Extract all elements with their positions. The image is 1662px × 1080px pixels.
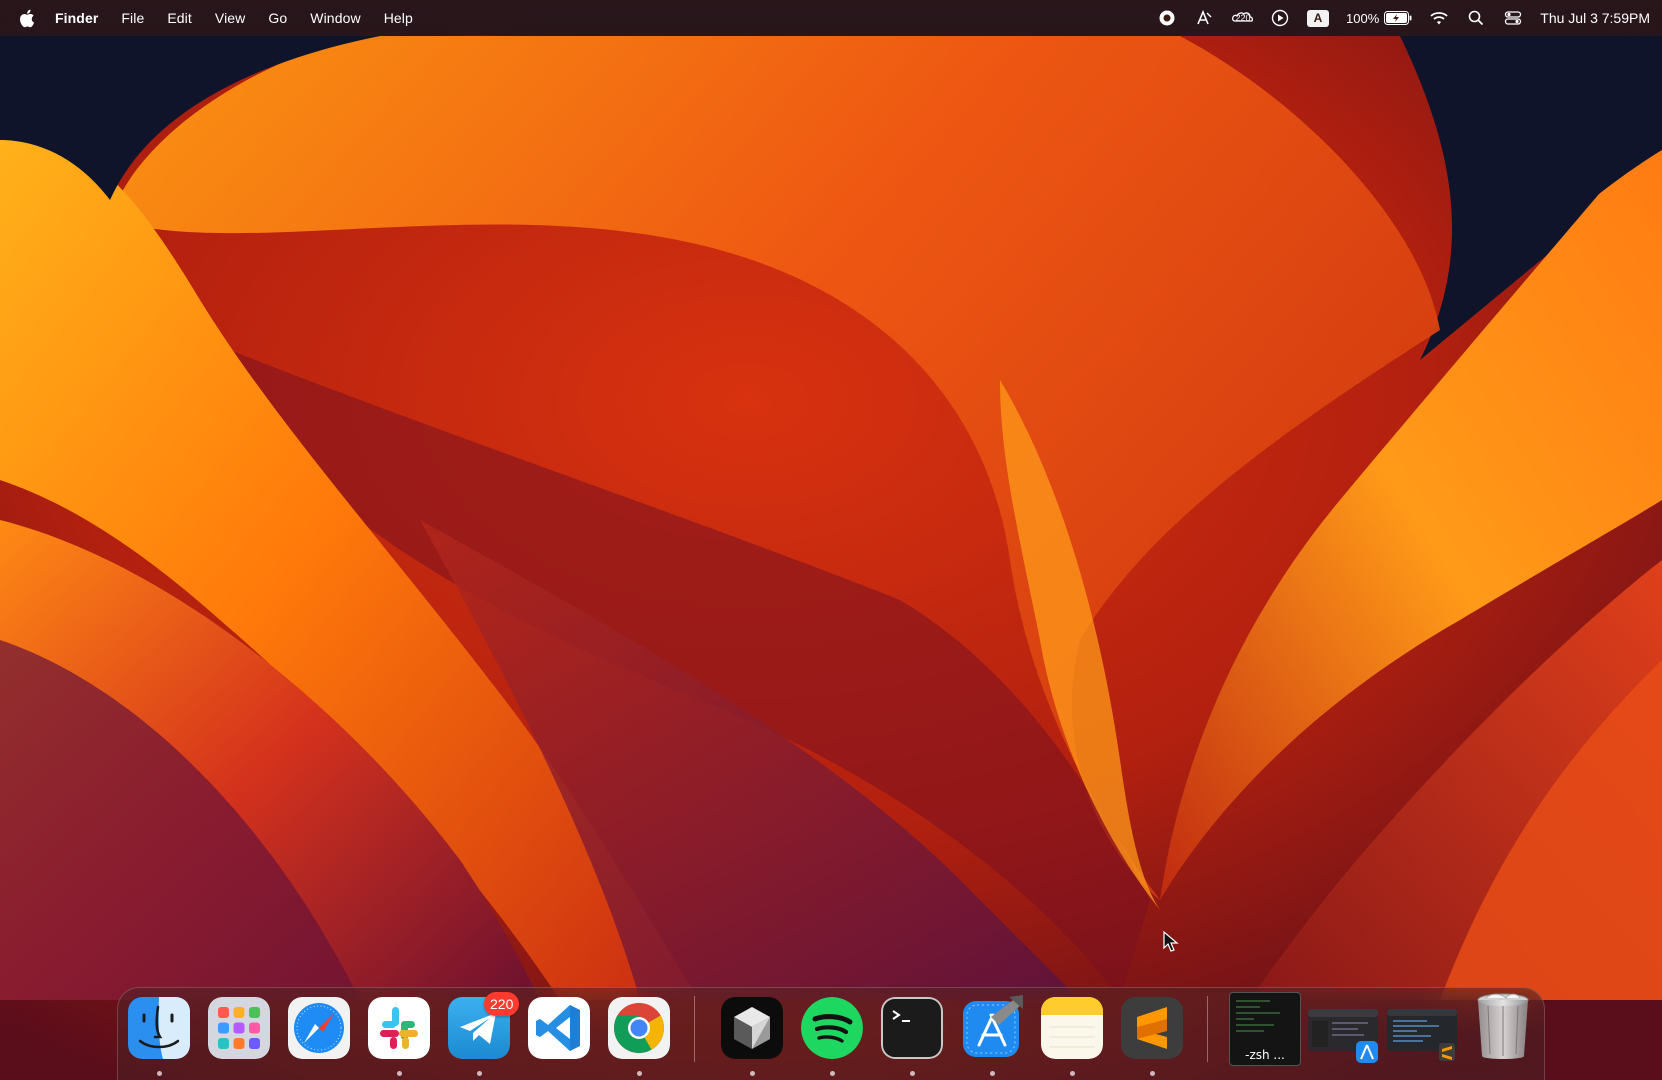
menu-bar-left: Finder File Edit View Go Window Help	[0, 0, 436, 36]
input-source-badge[interactable]: A	[1307, 9, 1330, 27]
chrome-icon[interactable]	[608, 997, 670, 1059]
finder-icon[interactable]	[128, 997, 190, 1059]
safari-icon[interactable]	[288, 997, 350, 1059]
dock-divider-left	[694, 996, 695, 1062]
xcode-window-icon	[1308, 1009, 1378, 1063]
vscode-icon[interactable]	[528, 997, 590, 1059]
notes-icon[interactable]	[1041, 997, 1103, 1059]
menu-view[interactable]: View	[215, 10, 246, 26]
apple-menu-icon[interactable]	[18, 8, 36, 28]
menu-go[interactable]: Go	[268, 10, 287, 26]
dock-divider-right	[1207, 996, 1208, 1062]
sublime-window-icon	[1387, 1009, 1457, 1061]
minimized-sublime-window[interactable]	[1387, 1005, 1459, 1061]
spotify-icon[interactable]	[801, 997, 863, 1059]
running-indicator-spotify	[830, 1071, 835, 1076]
telegram-notification-badge: 220	[484, 992, 520, 1016]
spotlight-search-icon[interactable]	[1466, 8, 1486, 28]
running-indicator-chrome	[637, 1071, 642, 1076]
mouse-cursor-icon	[1163, 931, 1179, 952]
running-indicator-cursor	[750, 1071, 755, 1076]
terminal-icon[interactable]	[881, 997, 943, 1059]
xcode-icon[interactable]	[961, 995, 1023, 1059]
minimized-window-label: -zsh ...	[1245, 1048, 1285, 1062]
battery-percent[interactable]: 100%	[1346, 11, 1379, 26]
running-indicator-slack	[397, 1071, 402, 1076]
text-input-icon[interactable]	[1194, 8, 1214, 28]
menu-help[interactable]: Help	[384, 10, 413, 26]
running-indicator-telegram	[477, 1071, 482, 1076]
running-indicator-terminal	[910, 1071, 915, 1076]
menu-window[interactable]: Window	[310, 10, 360, 26]
menu-app-name[interactable]: Finder	[55, 10, 98, 26]
desktop-wallpaper	[0, 0, 1662, 1080]
menu-edit[interactable]: Edit	[167, 10, 192, 26]
running-indicator-xcode	[990, 1071, 995, 1076]
running-indicator-notes	[1070, 1071, 1075, 1076]
trash-icon[interactable]	[1472, 990, 1534, 1062]
minimized-xcode-window[interactable]	[1308, 1005, 1380, 1063]
cursor-cube-icon[interactable]	[721, 997, 783, 1059]
wifi-icon[interactable]	[1429, 8, 1449, 28]
menu-file[interactable]: File	[121, 10, 144, 26]
minimized-terminal-window[interactable]: -zsh ...	[1229, 992, 1301, 1066]
slack-icon[interactable]	[368, 997, 430, 1059]
menu-bar-status: 220 A 100% Thu Jul 3 7:59PM	[1140, 0, 1662, 36]
running-indicator-sublime	[1150, 1071, 1155, 1076]
running-indicator-finder	[157, 1071, 162, 1076]
battery-icon[interactable]	[1384, 11, 1412, 25]
sublime-icon[interactable]	[1121, 997, 1183, 1059]
status-count-label: 220	[1235, 13, 1251, 23]
screen-record-icon[interactable]	[1157, 8, 1177, 28]
launchpad-icon[interactable]	[208, 997, 270, 1059]
menu-bar-clock[interactable]: Thu Jul 3 7:59PM	[1540, 10, 1650, 26]
play-icon[interactable]	[1270, 8, 1290, 28]
control-center-icon[interactable]	[1503, 8, 1523, 28]
menu-bar: Finder File Edit View Go Window Help 220…	[0, 0, 1662, 36]
